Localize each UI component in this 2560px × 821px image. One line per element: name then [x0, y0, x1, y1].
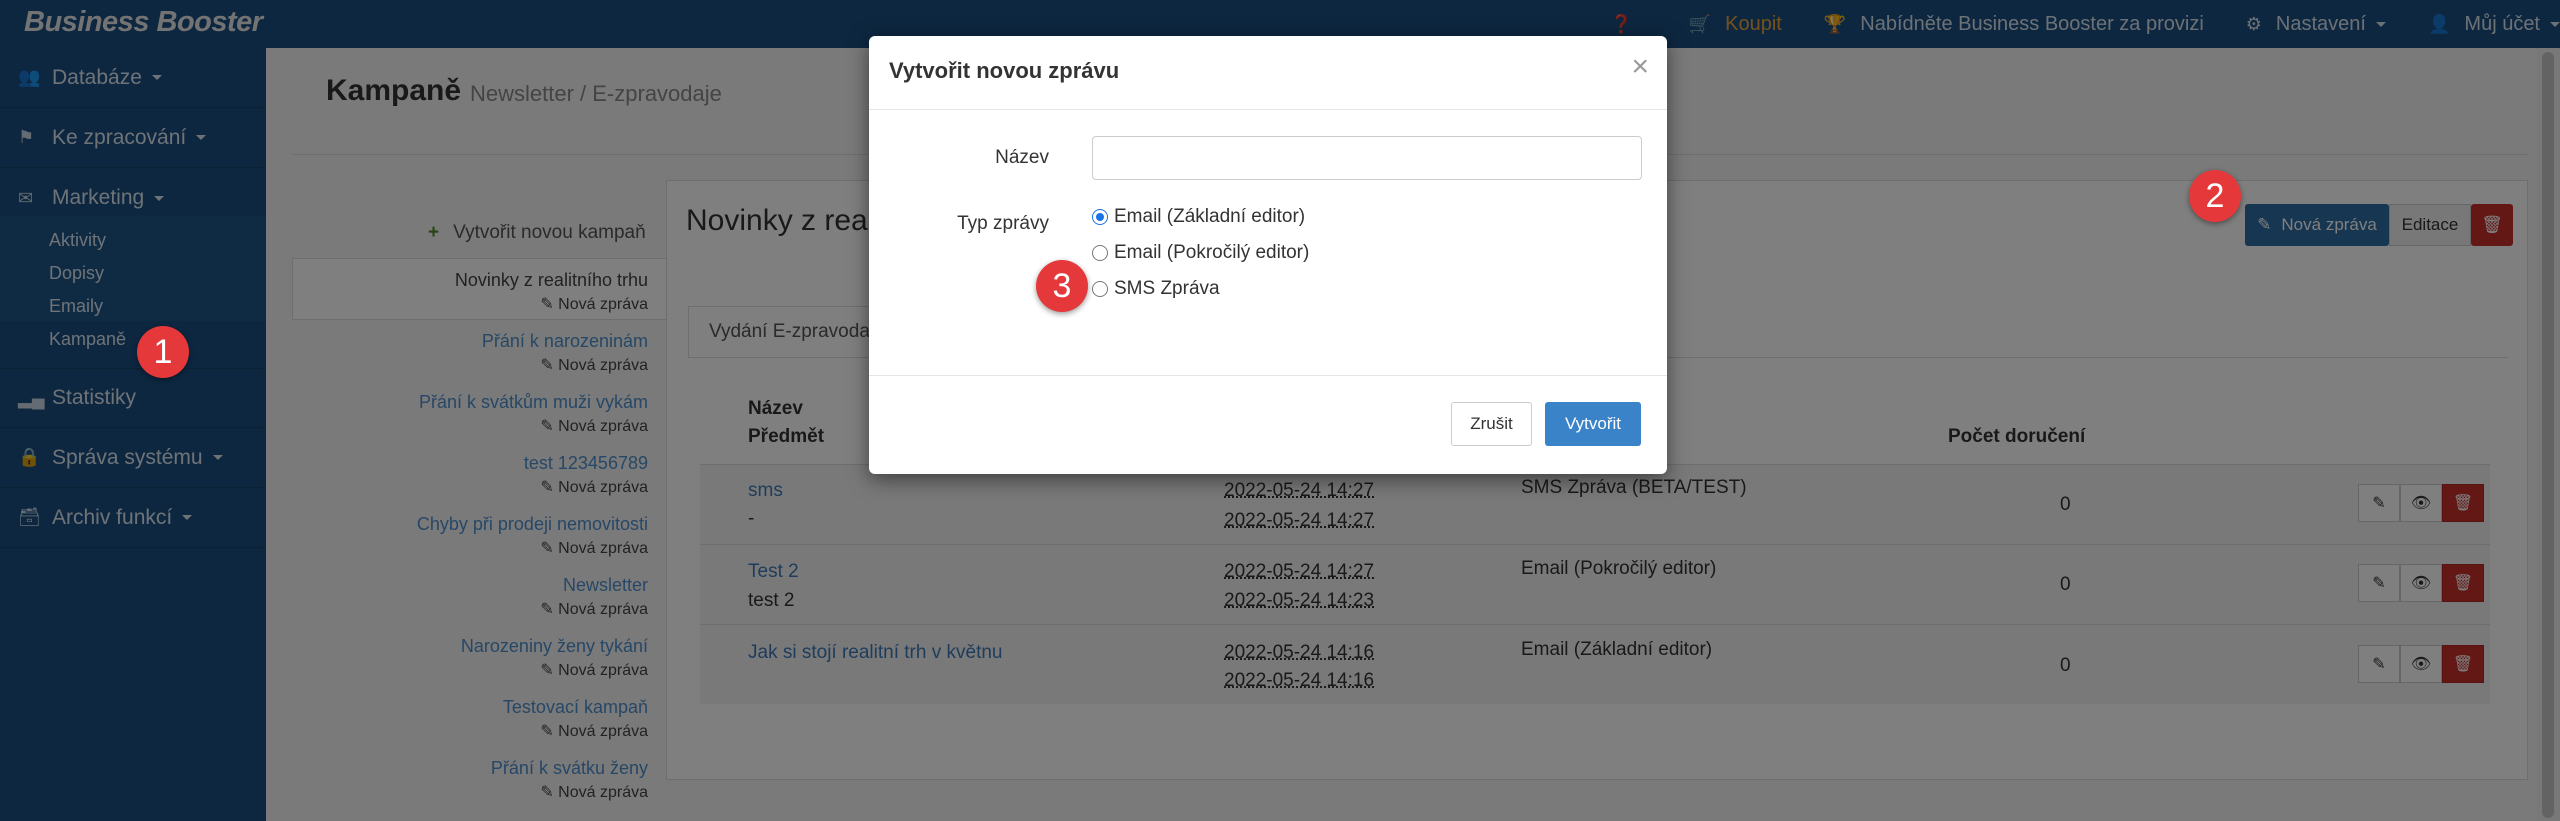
modal-footer-divider	[869, 375, 1667, 376]
radio-sms[interactable]: SMS Zpráva	[1092, 278, 1220, 300]
radio-email-advanced[interactable]: Email (Pokročilý editor)	[1092, 242, 1309, 264]
close-icon[interactable]: ×	[1631, 50, 1649, 84]
callout-badge-3: 3	[1036, 260, 1088, 312]
type-label: Typ zprávy	[957, 213, 1049, 234]
radio-label: Email (Základní editor)	[1114, 206, 1306, 227]
callout-badge-1: 1	[137, 326, 189, 378]
create-button[interactable]: Vytvořit	[1545, 402, 1641, 446]
radio-email-basic[interactable]: Email (Základní editor)	[1092, 206, 1305, 228]
modal-header-divider	[869, 109, 1667, 110]
radio-selected-icon[interactable]	[1092, 209, 1108, 225]
new-message-modal: Vytvořit novou zprávu × Název Typ zprávy…	[869, 36, 1667, 474]
callout-badge-2: 2	[2189, 170, 2241, 222]
radio-label: SMS Zpráva	[1114, 278, 1220, 299]
radio-icon[interactable]	[1092, 245, 1108, 261]
modal-title: Vytvořit novou zprávu	[889, 58, 1120, 83]
radio-label: Email (Pokročilý editor)	[1114, 242, 1310, 263]
name-input[interactable]	[1092, 136, 1642, 180]
cancel-button[interactable]: Zrušit	[1451, 402, 1532, 446]
name-label: Název	[995, 147, 1049, 168]
radio-icon[interactable]	[1092, 281, 1108, 297]
